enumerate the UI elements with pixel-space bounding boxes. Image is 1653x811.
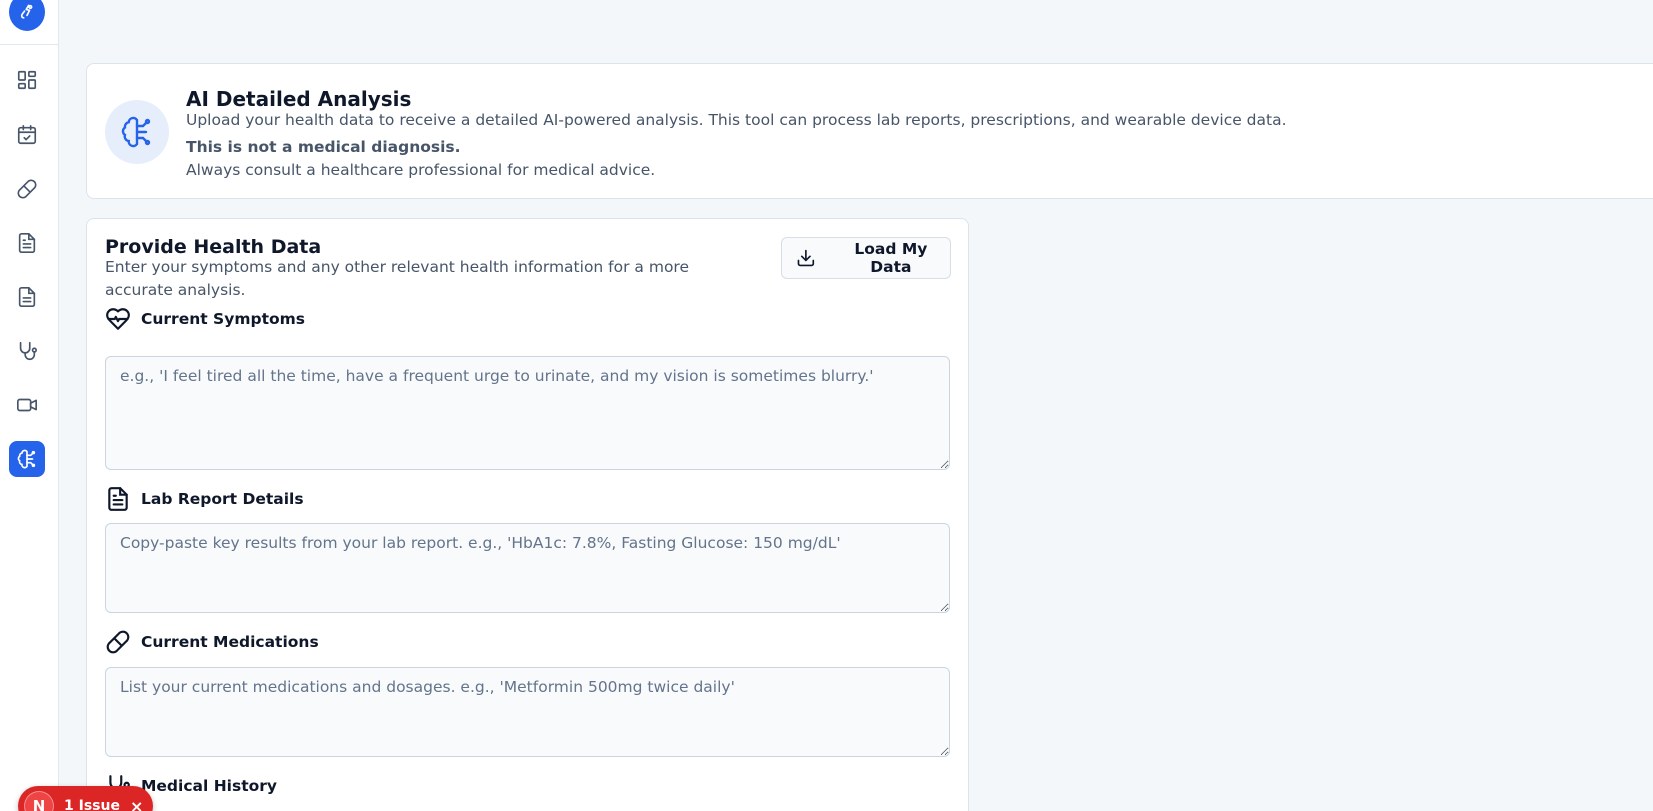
pill-icon	[106, 630, 130, 654]
calendar-check-icon	[17, 125, 37, 145]
download-icon	[797, 249, 815, 267]
video-icon	[17, 398, 37, 412]
consult-note: Always consult a healthcare professional…	[186, 161, 656, 179]
load-my-data-label: Load My Data	[854, 240, 928, 276]
lab-report-input[interactable]	[105, 523, 950, 613]
medications-label-text: Current Medications	[141, 633, 319, 651]
lab-report-label-text: Lab Report Details	[141, 490, 304, 508]
sidebar	[0, 0, 59, 811]
load-my-data-button[interactable]: Load My Data	[781, 237, 951, 279]
sidebar-item-medications[interactable]	[9, 171, 45, 207]
brain-icon	[105, 100, 169, 164]
file-text-icon	[108, 487, 128, 511]
dashboard-icon	[17, 70, 37, 90]
file-lines-icon	[18, 287, 36, 307]
symptoms-label: Current Symptoms	[105, 305, 305, 333]
banner-description: Upload your health data to receive a det…	[186, 111, 1287, 129]
form-description: Enter your symptoms and any other releva…	[105, 258, 689, 299]
medications-label: Current Medications	[105, 628, 319, 656]
sidebar-item-dashboard[interactable]	[9, 62, 45, 98]
medical-history-label-text: Medical History	[141, 777, 278, 795]
sidebar-item-documents[interactable]	[9, 225, 45, 261]
sidebar-item-ai-analysis[interactable]	[9, 441, 45, 477]
pill-icon	[17, 179, 37, 199]
brain-logo-icon[interactable]	[9, 0, 45, 31]
symptoms-label-text: Current Symptoms	[141, 310, 305, 328]
medications-input[interactable]	[105, 667, 950, 757]
close-icon[interactable]: ×	[130, 797, 143, 811]
heart-pulse-icon	[106, 308, 130, 330]
issue-avatar: N	[24, 791, 54, 811]
stethoscope-icon	[19, 341, 37, 361]
issue-badge[interactable]: N 1 Issue ×	[18, 786, 153, 811]
diagnosis-warning: This is not a medical diagnosis.	[186, 138, 461, 156]
lab-report-label: Lab Report Details	[105, 485, 304, 513]
brain-icon	[17, 449, 36, 469]
sidebar-item-reports[interactable]	[9, 279, 45, 315]
health-data-form: Provide Health Data Enter your symptoms …	[86, 218, 969, 811]
page-title: AI Detailed Analysis	[186, 87, 412, 111]
sidebar-item-doctors[interactable]	[9, 333, 45, 369]
analysis-banner: AI Detailed Analysis Upload your health …	[86, 63, 1653, 199]
sidebar-item-video[interactable]	[9, 387, 45, 423]
symptoms-input[interactable]	[105, 356, 950, 470]
form-title: Provide Health Data	[105, 236, 322, 258]
file-text-icon	[18, 233, 36, 253]
logo-area	[0, 0, 58, 45]
issue-count: 1 Issue	[64, 798, 120, 811]
sidebar-item-calendar[interactable]	[9, 117, 45, 153]
